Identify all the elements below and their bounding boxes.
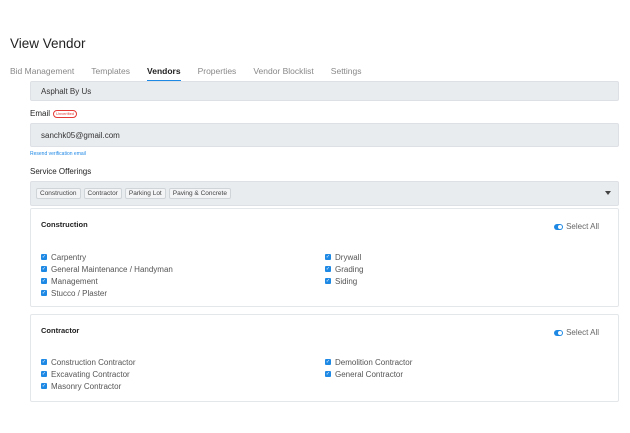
company-name-field[interactable]: Asphalt By Us [30,81,619,101]
option-label: Demolition Contractor [335,357,413,367]
option-label: Carpentry [51,252,87,262]
option-checkbox[interactable]: ✓ General Maintenance / Handyman [41,263,173,275]
option-checkbox[interactable]: ✓ Masonry Contractor [41,380,135,392]
service-chip[interactable]: Paving & Concrete [168,188,231,199]
check-icon[interactable]: ✓ [325,278,331,284]
option-column-left: ✓ Construction Contractor ✓ Excavating Con… [41,356,135,392]
service-offerings-select[interactable]: Construction Contractor Parking Lot Pavi… [30,181,619,206]
check-icon[interactable]: ✓ [41,266,47,272]
tab-vendors[interactable]: Vendors [147,66,181,82]
select-all-toggle[interactable]: Select All [554,222,599,231]
select-all-label: Select All [566,222,599,231]
toggle-icon[interactable] [554,329,564,336]
page-title: View Vendor [10,36,86,51]
email-field[interactable]: sanchk05@gmail.com [30,123,619,147]
tab-bid-management[interactable]: Bid Management [10,66,74,82]
resend-verification-link[interactable]: Resend verification email [30,151,86,157]
option-checkbox[interactable]: ✓ Construction Contractor [41,356,135,368]
check-icon[interactable]: ✓ [325,254,331,260]
chevron-down-icon[interactable] [605,191,611,195]
check-icon[interactable]: ✓ [41,278,47,284]
check-icon[interactable]: ✓ [325,359,331,365]
option-checkbox[interactable]: ✓ Carpentry [41,251,173,263]
option-label: Siding [335,276,358,286]
tab-templates[interactable]: Templates [91,66,130,82]
option-label: Drywall [335,252,362,262]
option-column-right: ✓ Drywall ✓ Grading ✓ Siding [325,251,363,287]
check-icon[interactable]: ✓ [41,254,47,260]
tab-bar: Bid Management Templates Vendors Propert… [10,66,379,82]
category-title: Construction [41,220,88,229]
category-card-construction: Construction Select All ✓ Carpentry ✓ Gene… [30,208,619,307]
option-label: General Maintenance / Handyman [51,264,173,274]
check-icon[interactable]: ✓ [325,266,331,272]
option-label: Stucco / Plaster [51,288,108,298]
company-name-value: Asphalt By Us [41,86,92,96]
email-value: sanchk05@gmail.com [41,130,120,140]
option-checkbox[interactable]: ✓ Management [41,275,173,287]
unverified-badge: Unverified [53,109,78,118]
option-label: Masonry Contractor [51,381,122,391]
select-all-toggle[interactable]: Select All [554,328,599,337]
option-label: General Contractor [335,369,404,379]
check-icon[interactable]: ✓ [325,371,331,377]
check-icon[interactable]: ✓ [41,383,47,389]
service-offerings-label: Service Offerings [30,167,92,176]
tab-settings[interactable]: Settings [331,66,362,82]
option-label: Grading [335,264,364,274]
service-chip[interactable]: Contractor [83,188,122,199]
option-column-right: ✓ Demolition Contractor ✓ General Contract… [325,356,412,380]
check-icon[interactable]: ✓ [41,359,47,365]
category-title: Contractor [41,326,80,335]
email-label-row: Email Unverified [30,109,78,118]
option-column-left: ✓ Carpentry ✓ General Maintenance / Handym… [41,251,173,299]
check-icon[interactable]: ✓ [41,290,47,296]
option-label: Management [51,276,98,286]
tab-vendor-blocklist[interactable]: Vendor Blocklist [253,66,313,82]
service-chip[interactable]: Parking Lot [124,188,166,199]
option-checkbox[interactable]: ✓ Demolition Contractor [325,356,412,368]
check-icon[interactable]: ✓ [41,371,47,377]
option-label: Construction Contractor [51,357,136,367]
select-all-label: Select All [566,328,599,337]
option-checkbox[interactable]: ✓ Excavating Contractor [41,368,135,380]
option-label: Excavating Contractor [51,369,130,379]
category-card-contractor: Contractor Select All ✓ Construction Cont… [30,314,619,402]
option-checkbox[interactable]: ✓ General Contractor [325,368,412,380]
option-checkbox[interactable]: ✓ Grading [325,263,363,275]
toggle-icon[interactable] [554,223,564,230]
option-checkbox[interactable]: ✓ Siding [325,275,363,287]
email-label: Email [30,109,51,118]
tab-properties[interactable]: Properties [198,66,237,82]
option-checkbox[interactable]: ✓ Stucco / Plaster [41,287,173,299]
option-checkbox[interactable]: ✓ Drywall [325,251,363,263]
service-chip[interactable]: Construction [36,188,81,199]
